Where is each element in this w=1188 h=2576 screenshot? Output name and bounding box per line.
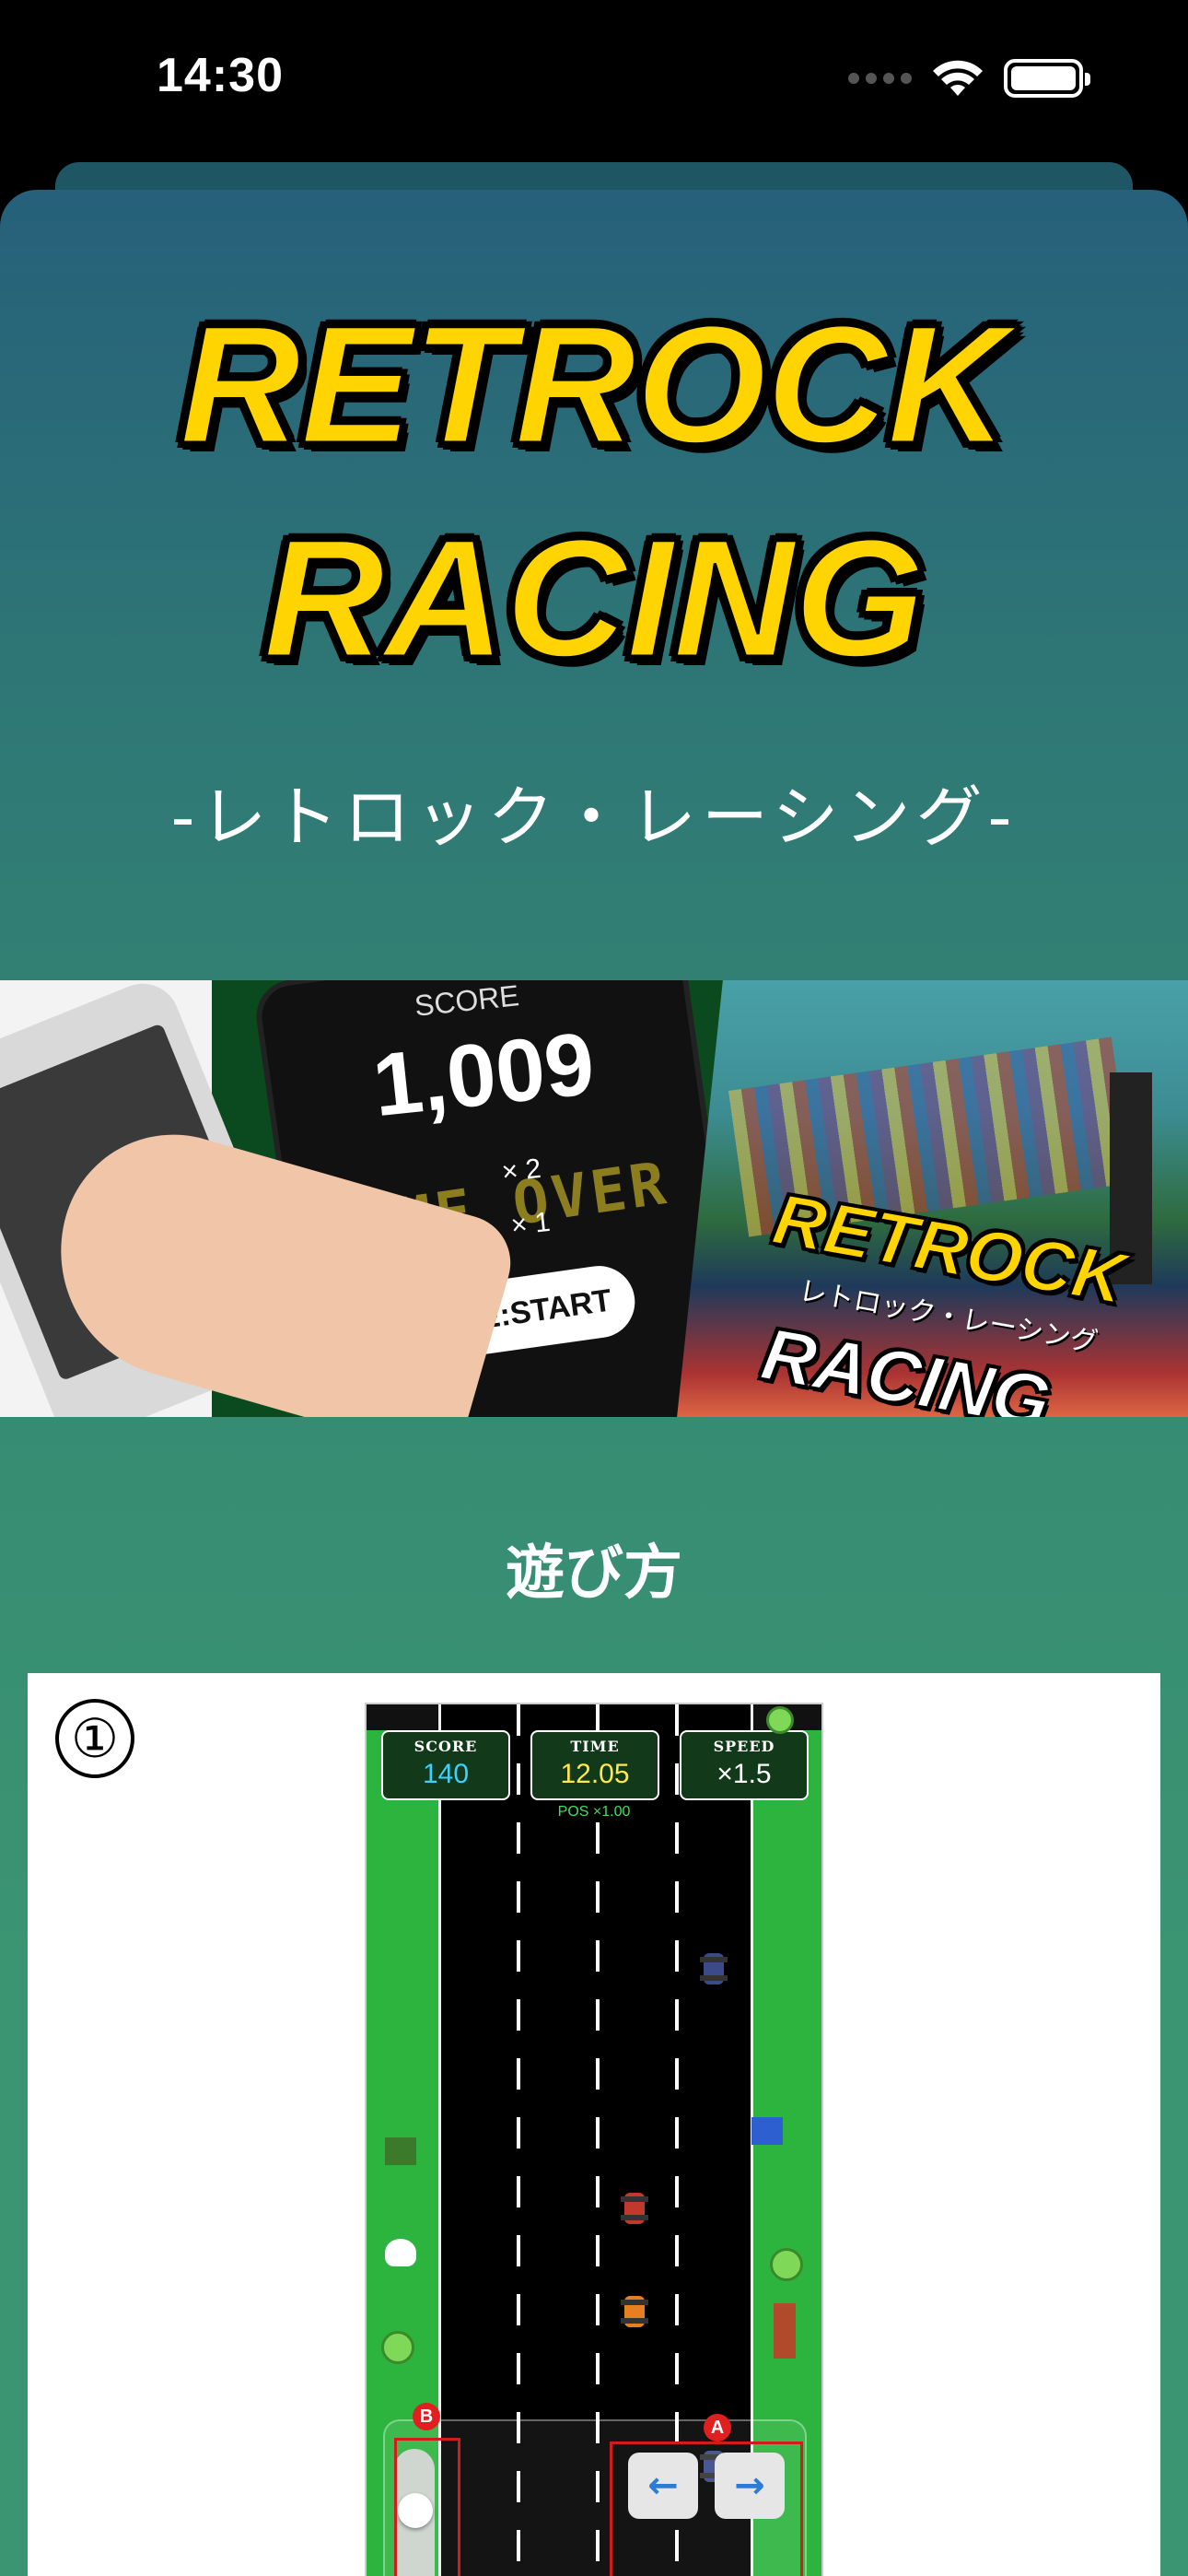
cellular-signal-icon <box>848 73 912 84</box>
wifi-icon <box>933 60 983 96</box>
promo-banner: SCORE 1,009 GAME OVER × 2 × 1 RE:START R… <box>0 980 1188 1417</box>
player-car-icon <box>621 2193 648 2224</box>
step-number: ① <box>55 1699 134 1778</box>
enemy-car-icon <box>700 1953 728 1985</box>
speed-value: ×1.5 <box>716 1759 772 1789</box>
roadside-sprite-icon <box>774 2303 796 2359</box>
banner-multiplier-2: × 1 <box>509 1206 553 1242</box>
tree-icon <box>766 1706 794 1734</box>
spectator-sprite-icon <box>751 2117 783 2145</box>
score-value: 140 <box>422 1759 470 1789</box>
roadside-sprite-icon <box>385 2137 416 2165</box>
score-hud: SCORE 140 <box>381 1730 510 1800</box>
hero-title-line1: RETROCK <box>179 290 1010 478</box>
time-label: TIME <box>570 1738 620 1755</box>
status-bar: 14:30 <box>0 0 1188 157</box>
position-readout: POS ×1.00 <box>557 1804 631 1820</box>
ghost-icon <box>385 2239 416 2266</box>
badge-b: B <box>413 2403 440 2430</box>
game-screenshot: SCORE 140 TIME 12.05 SPEED ×1.5 POS ×1.0… <box>365 1703 823 2576</box>
status-icons <box>848 59 1090 98</box>
enemy-car-icon <box>621 2296 648 2327</box>
tree-icon <box>770 2248 803 2281</box>
speed-hud: SPEED ×1.5 <box>680 1730 809 1800</box>
battery-icon <box>1004 59 1090 98</box>
hero-subtitle: -レトロック・レーシング- <box>170 779 1018 856</box>
speed-label: SPEED <box>713 1738 775 1755</box>
instruction-card: ① SCORE 140 TIME 12.05 SPEED ×1.5 POS ×1… <box>28 1673 1160 2576</box>
badge-a: A <box>704 2414 731 2441</box>
tree-icon <box>381 2331 414 2364</box>
score-label: SCORE <box>413 1738 478 1755</box>
status-time: 14:30 <box>157 49 284 102</box>
arrow-highlight-box <box>610 2441 803 2576</box>
how-to-play-title: 遊び方 <box>506 1540 682 1608</box>
app-sheet[interactable]: RETROCK RACING -レトロック・レーシング- SCORE 1,009… <box>0 190 1188 2576</box>
time-value: 12.05 <box>560 1759 630 1789</box>
banner-multiplier-1: × 2 <box>500 1153 543 1188</box>
hero-title-line2: RACING <box>262 504 926 692</box>
slider-highlight-box <box>394 2438 460 2576</box>
time-hud: TIME 12.05 <box>530 1730 659 1800</box>
